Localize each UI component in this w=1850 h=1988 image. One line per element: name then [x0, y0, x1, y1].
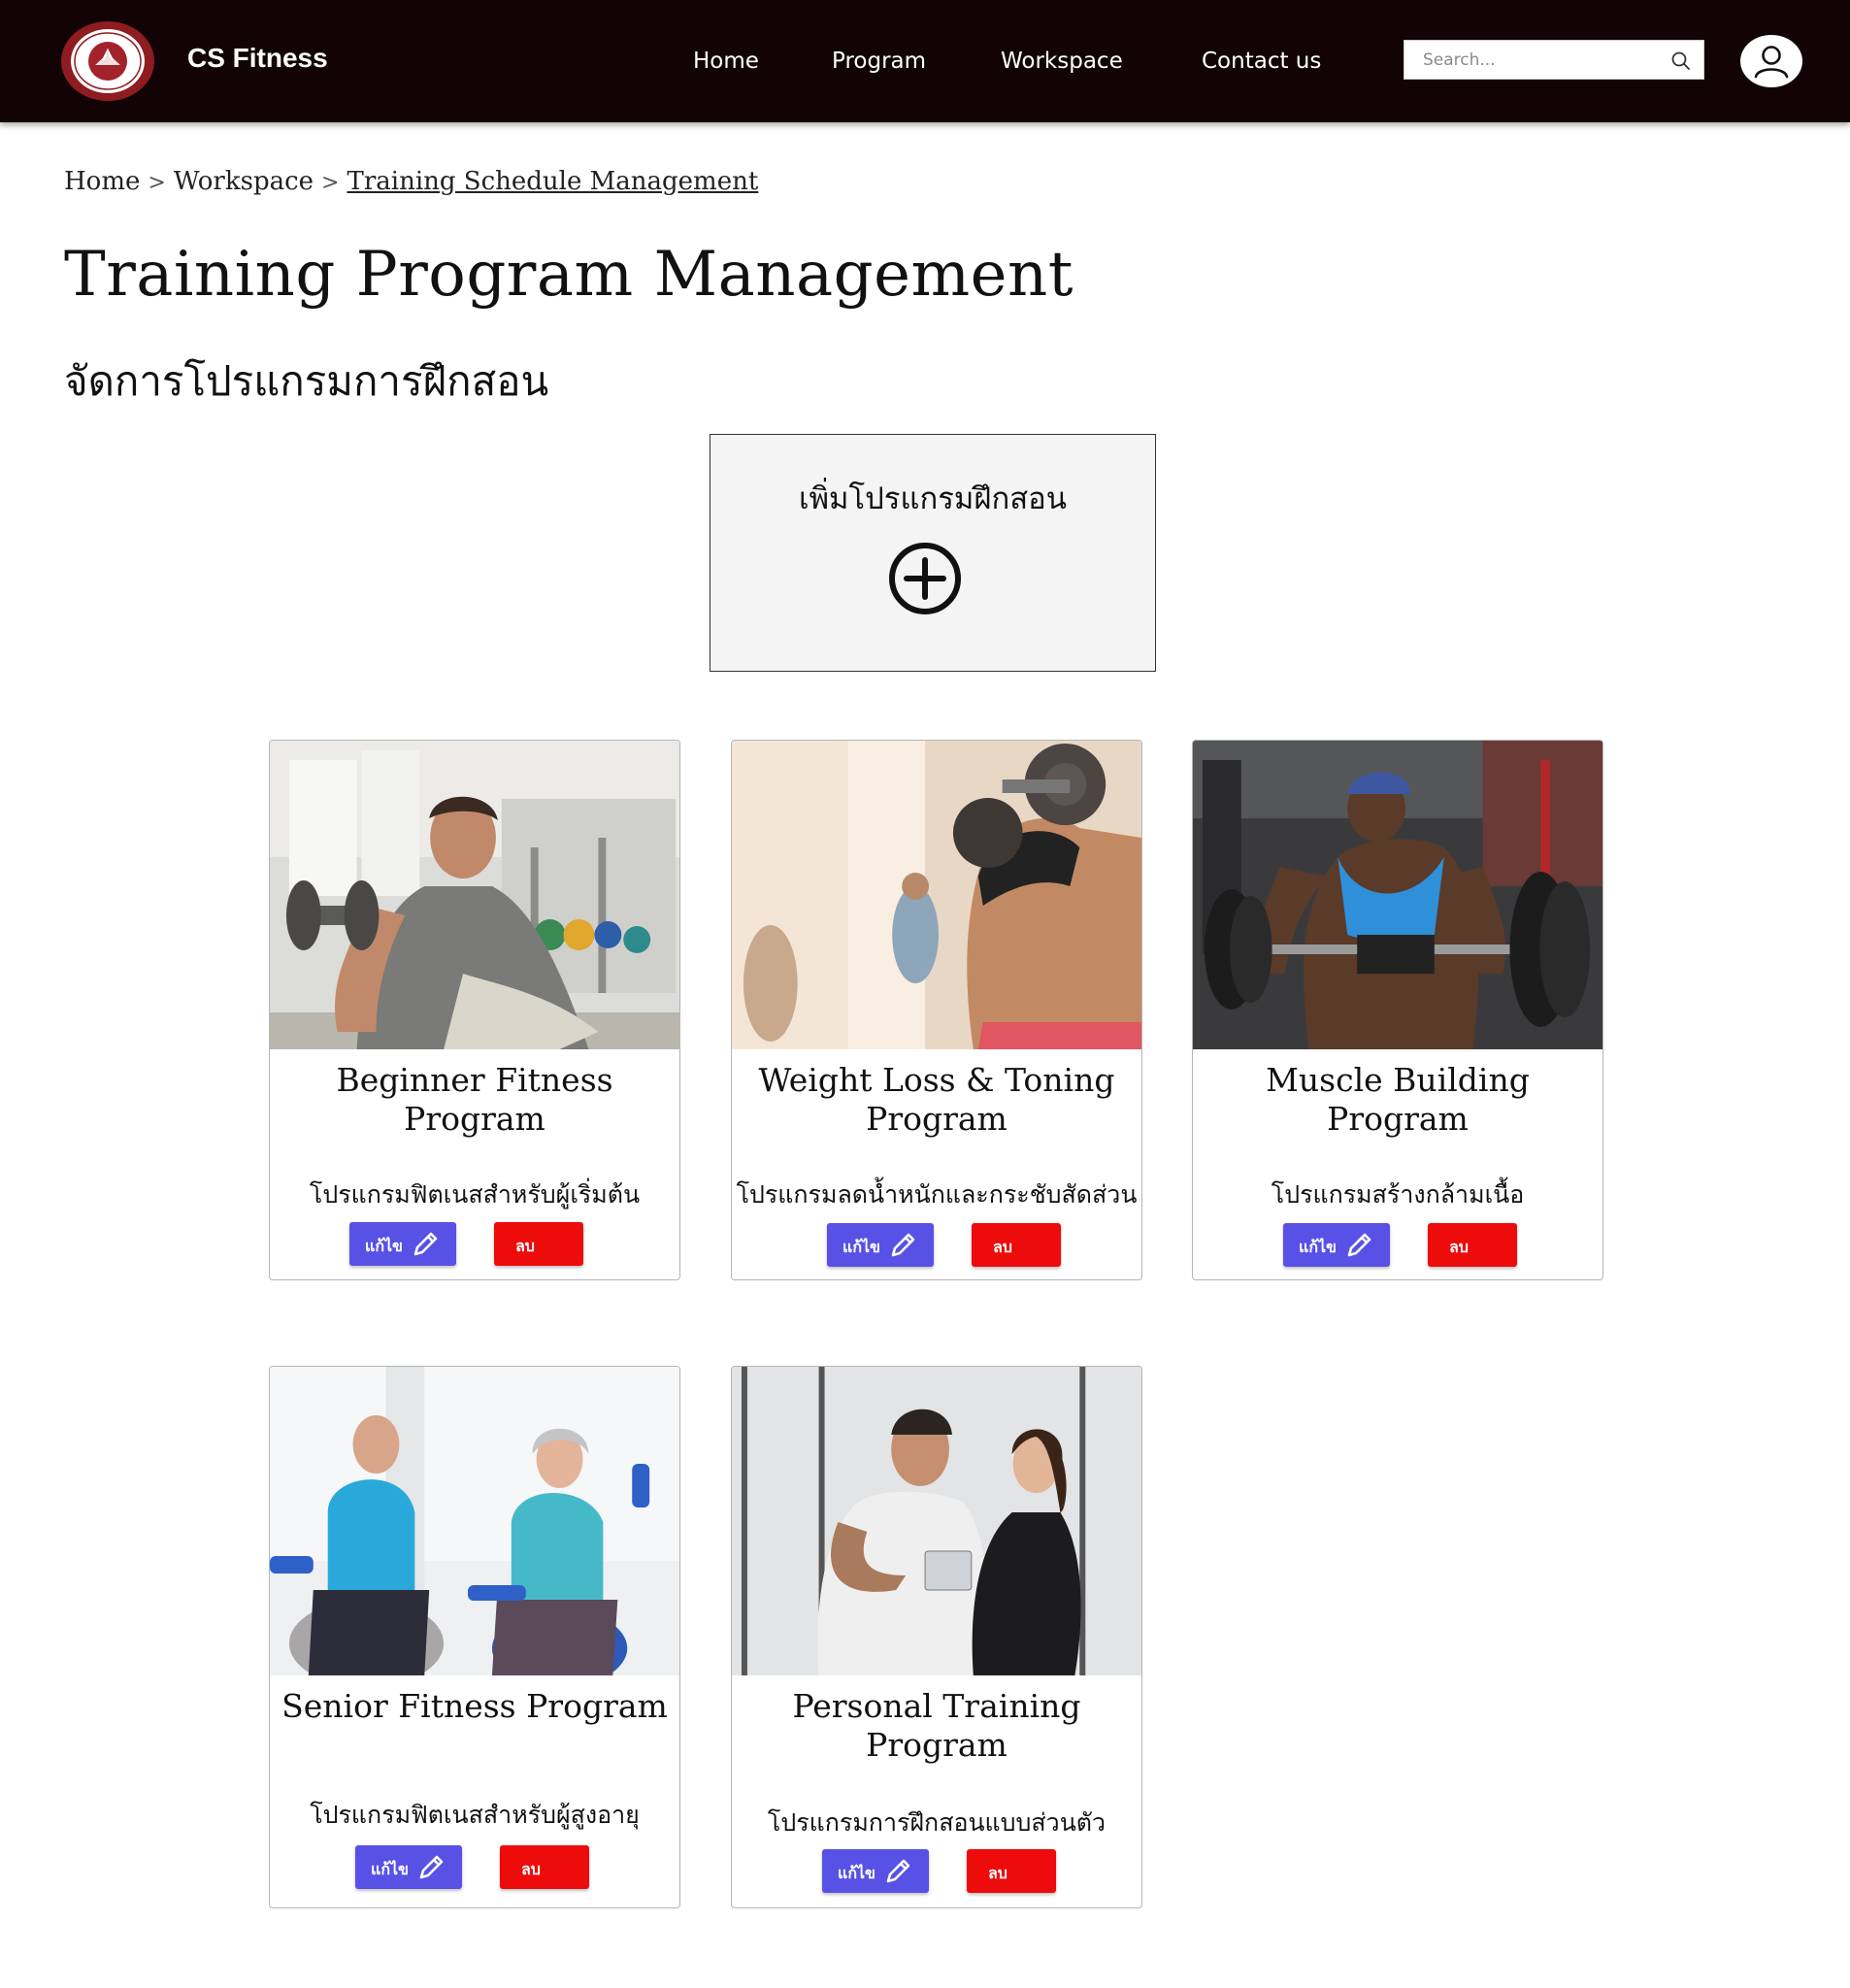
edit-button-label: แก้ไข [1299, 1238, 1337, 1256]
edit-button[interactable]: แก้ไข [355, 1845, 462, 1889]
breadcrumb-current[interactable]: Training Schedule Management [347, 167, 758, 196]
nav-link-home[interactable]: Home [693, 49, 759, 74]
edit-button[interactable]: แก้ไข [827, 1223, 934, 1267]
program-title: Muscle Building Program [1266, 1061, 1530, 1138]
delete-button[interactable]: ลบ [972, 1223, 1061, 1267]
pencil-icon [419, 1855, 444, 1879]
program-description: โปรแกรมฟิตเนสสำหรับผู้เริ่มต้น [309, 1180, 641, 1209]
edit-button[interactable]: แก้ไข [822, 1849, 929, 1893]
program-image-senior [270, 1367, 679, 1675]
program-description: โปรแกรมสร้างกล้ามเนื้อ [1271, 1180, 1525, 1209]
delete-button[interactable]: ลบ [494, 1222, 583, 1266]
edit-button[interactable]: แก้ไข [1283, 1223, 1390, 1267]
delete-button[interactable]: ลบ [1428, 1223, 1517, 1267]
program-title: Weight Loss & Toning Program [758, 1061, 1115, 1138]
pencil-icon [891, 1233, 915, 1257]
search-input[interactable] [1404, 41, 1675, 79]
nav-link-program[interactable]: Program [832, 49, 926, 74]
delete-button-label: ลบ [988, 1864, 1008, 1882]
delete-button-label: ลบ [515, 1237, 535, 1255]
delete-button[interactable]: ลบ [967, 1849, 1056, 1893]
breadcrumb-separator: > [321, 171, 340, 195]
breadcrumb-home[interactable]: Home [64, 167, 140, 196]
delete-button-label: ลบ [993, 1238, 1012, 1256]
search-box [1404, 40, 1704, 80]
top-navbar: CS Fitness Home Program Workspace Contac… [0, 0, 1850, 122]
program-card: Weight Loss & Toning Program โปรแกรมลดน้… [731, 740, 1142, 1280]
program-description: โปรแกรมลดน้ำหนักและกระชับสัดส่วน [736, 1180, 1138, 1209]
delete-button-label: ลบ [1449, 1238, 1469, 1256]
program-card: Muscle Building Program โปรแกรมสร้างกล้า… [1192, 740, 1603, 1280]
pencil-icon [413, 1232, 438, 1256]
breadcrumb-workspace[interactable]: Workspace [174, 167, 314, 196]
program-image-weight-loss [732, 741, 1141, 1049]
add-program-button[interactable]: เพิ่มโปรแกรมฝึกสอน [710, 434, 1156, 672]
program-title: Senior Fitness Program [281, 1687, 668, 1725]
user-avatar-icon[interactable] [1739, 34, 1803, 88]
plus-circle-icon [889, 543, 961, 614]
program-description: โปรแกรมการฝึกสอนแบบส่วนตัว [767, 1808, 1107, 1837]
program-title: Personal Training Program [792, 1687, 1081, 1764]
edit-button-label: แก้ไข [842, 1238, 880, 1256]
program-card: Senior Fitness Program โปรแกรมฟิตเนสสำหร… [269, 1366, 680, 1908]
program-title: Beginner Fitness Program [336, 1061, 613, 1138]
program-card: Personal Training Program โปรแกรมการฝึกส… [731, 1366, 1142, 1908]
pencil-icon [886, 1859, 910, 1883]
pencil-icon [1347, 1233, 1371, 1257]
program-card: Beginner Fitness Program โปรแกรมฟิตเนสสำ… [269, 740, 680, 1280]
edit-button[interactable]: แก้ไข [349, 1222, 456, 1266]
add-program-label: เพิ่มโปรแกรมฝึกสอน [799, 481, 1067, 516]
page-subtitle: จัดการโปรแกรมการฝึกสอน [64, 357, 549, 405]
cs-fitness-logo[interactable] [60, 20, 155, 102]
delete-button[interactable]: ลบ [500, 1845, 589, 1889]
program-image-beginner [270, 741, 679, 1049]
delete-button-label: ลบ [521, 1860, 541, 1878]
edit-button-label: แก้ไข [365, 1237, 403, 1255]
program-description: โปรแกรมฟิตเนสสำหรับผู้สูงอายุ [310, 1801, 640, 1829]
program-image-muscle-building [1193, 741, 1602, 1049]
edit-button-label: แก้ไข [838, 1864, 875, 1882]
search-icon[interactable] [1670, 50, 1692, 72]
edit-button-label: แก้ไข [371, 1860, 409, 1878]
breadcrumb: Home > Workspace > Training Schedule Managem… [64, 167, 758, 196]
page-title: Training Program Management [64, 239, 1074, 311]
nav-link-workspace[interactable]: Workspace [1001, 49, 1123, 74]
program-image-personal-training [732, 1367, 1141, 1675]
brand-name[interactable]: CS Fitness [187, 43, 328, 74]
nav-link-contact-us[interactable]: Contact us [1202, 49, 1321, 74]
breadcrumb-separator: > [148, 171, 166, 195]
